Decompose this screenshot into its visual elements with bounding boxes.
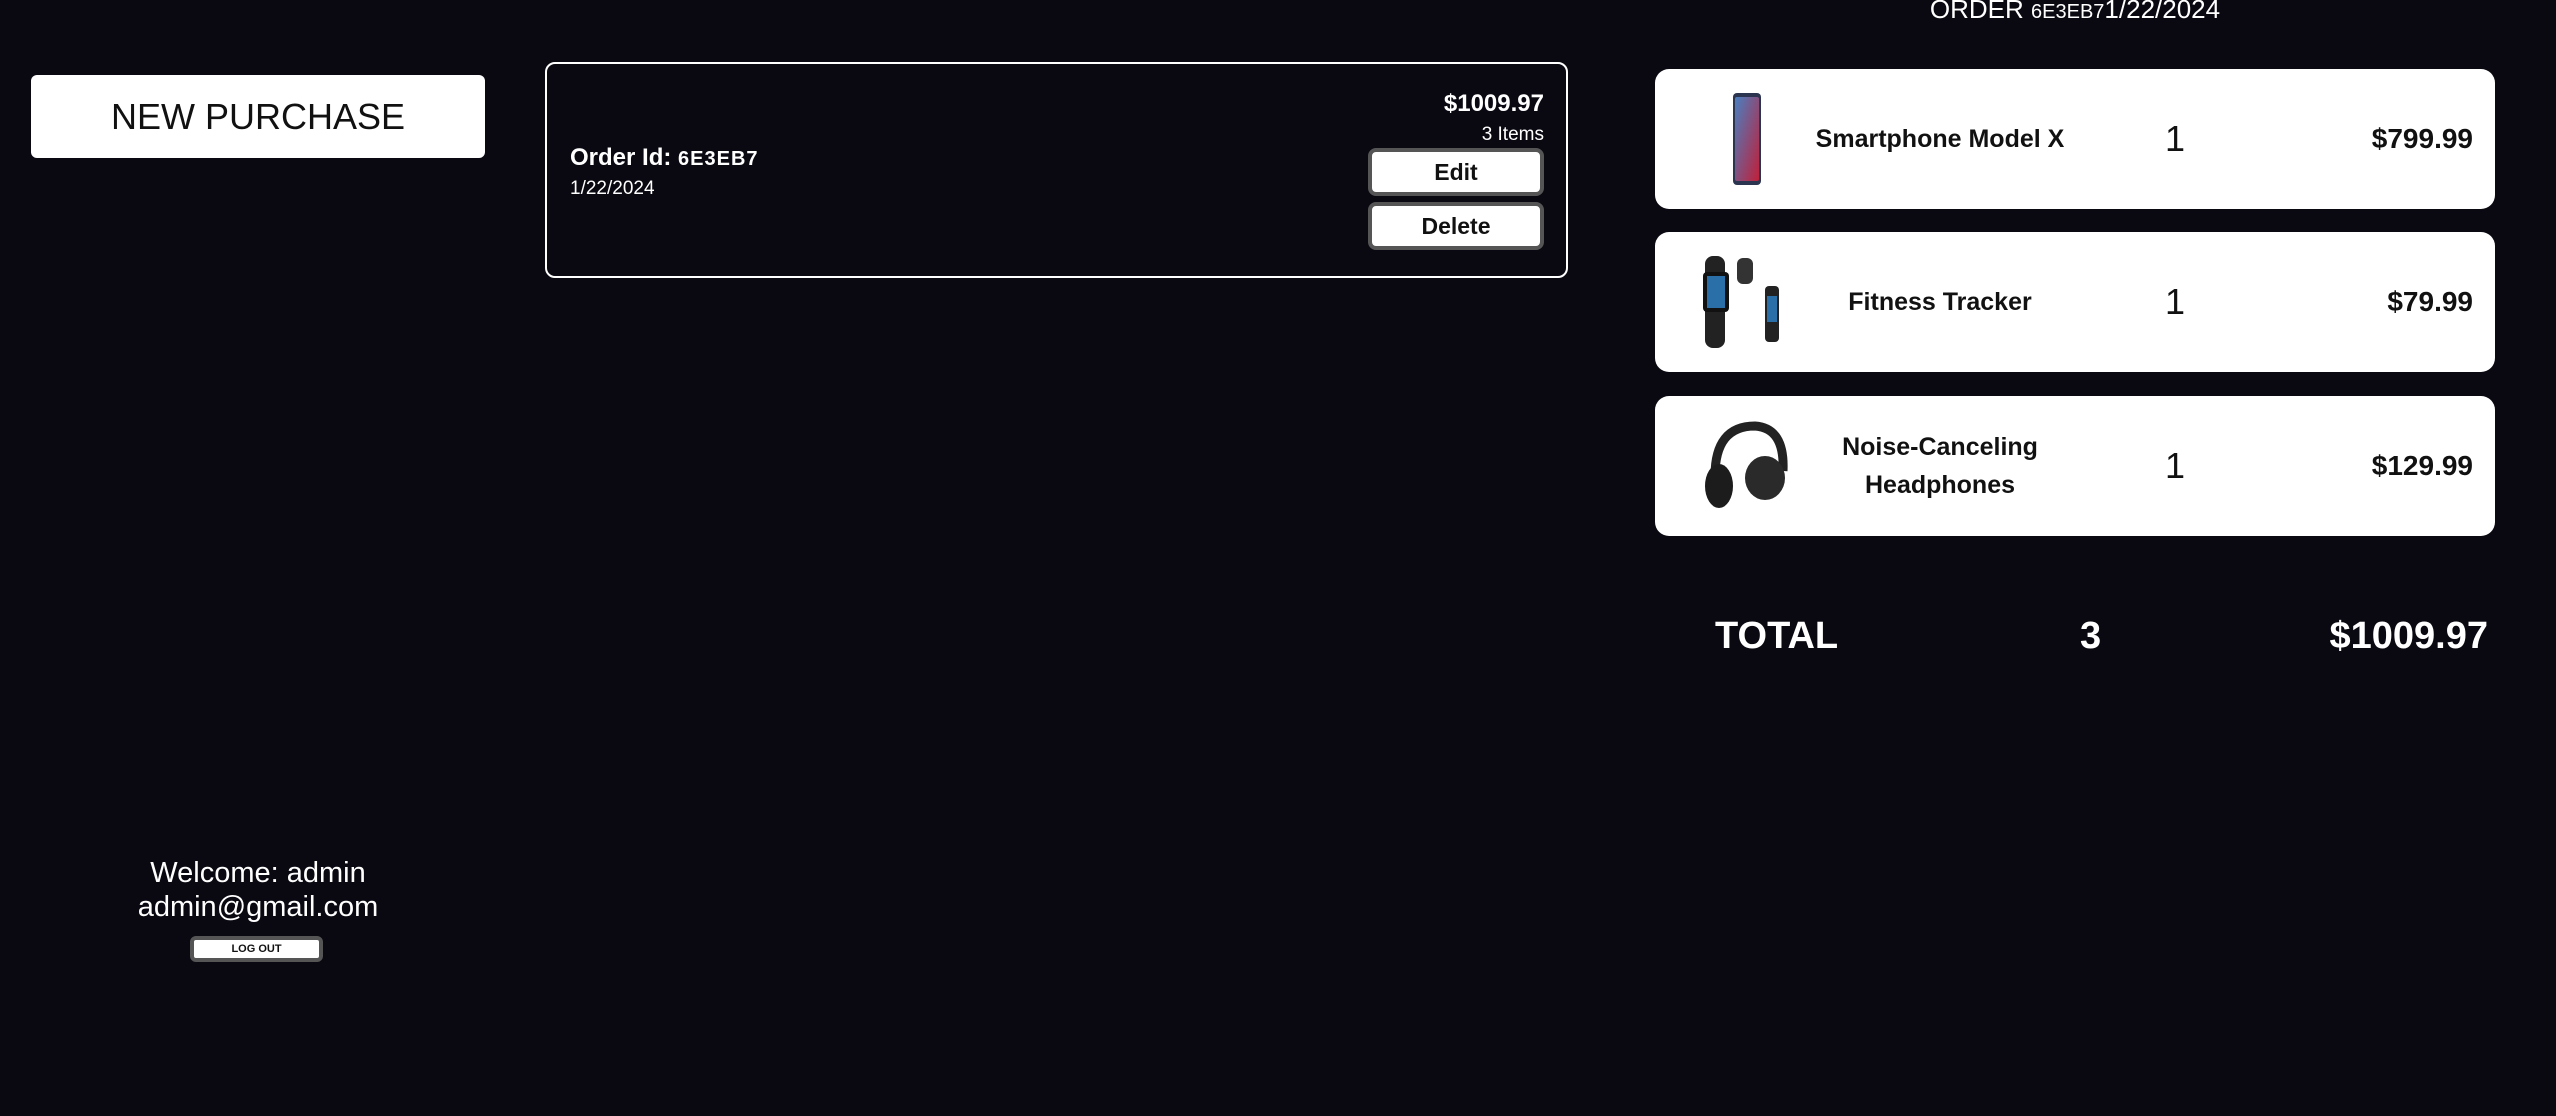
total-qty: 3 — [2080, 615, 2102, 657]
order-id-label: Order Id: — [570, 144, 672, 171]
order-detail-header: ORDER 6E3EB71/22/2024 — [1655, 0, 2495, 25]
headphones-image — [1705, 421, 1788, 508]
edit-button[interactable]: Edit — [1368, 148, 1544, 196]
order-item: Fitness Tracker 1 $79.99 — [1655, 232, 2495, 372]
total-price: $1009.97 — [2329, 615, 2489, 657]
order-items-count: 3 Items — [1481, 124, 1544, 145]
item-price: $799.99 — [2371, 123, 2473, 154]
item-price: $129.99 — [2371, 450, 2473, 481]
item-qty: 1 — [2164, 118, 2186, 159]
item-qty: 1 — [2164, 445, 2186, 486]
smartphone-image — [1733, 93, 1761, 185]
item-qty: 1 — [2164, 281, 2186, 322]
order-card[interactable]: Order Id: 6E3EB7 1/22/2024 $1009.97 3 It… — [545, 62, 1568, 278]
header-id: 6E3EB7 — [2031, 1, 2105, 23]
new-purchase-button[interactable]: NEW PURCHASE — [31, 75, 485, 158]
order-item: Noise-Canceling Headphones 1 $129.99 — [1655, 396, 2495, 536]
item-name: Fitness Tracker — [1848, 288, 2032, 316]
item-name: Smartphone Model X — [1815, 125, 2065, 153]
order-total: $1009.97 — [1443, 90, 1544, 117]
item-price: $79.99 — [2387, 286, 2473, 317]
header-date: 1/22/2024 — [2104, 0, 2221, 24]
delete-button[interactable]: Delete — [1368, 202, 1544, 250]
fitness-tracker-image — [1703, 256, 1779, 348]
welcome-text: Welcome: admin — [150, 857, 366, 889]
user-email: admin@gmail.com — [137, 891, 379, 923]
user-info: Welcome: admin admin@gmail.com — [58, 856, 458, 924]
order-id-value: 6E3EB7 — [678, 148, 759, 170]
order-id: Order Id: 6E3EB7 — [570, 144, 759, 172]
order-date: 1/22/2024 — [570, 178, 655, 199]
header-prefix: ORDER — [1929, 0, 2024, 24]
logout-button[interactable]: LOG OUT — [190, 936, 323, 962]
order-item: Smartphone Model X 1 $799.99 — [1655, 69, 2495, 209]
total-label: TOTAL — [1715, 615, 1839, 657]
item-name: Noise-Canceling Headphones — [1842, 433, 2038, 499]
